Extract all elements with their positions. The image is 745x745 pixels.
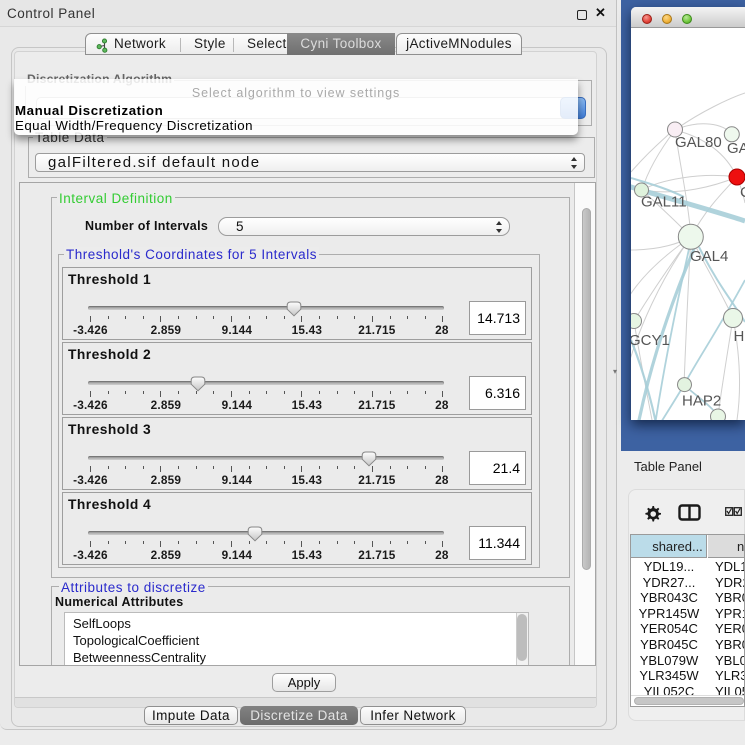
svg-text:GAL80: GAL80 bbox=[675, 134, 722, 151]
svg-text:GA: GA bbox=[727, 140, 745, 157]
svg-text:GAL11: GAL11 bbox=[641, 194, 687, 211]
svg-text:HI: HI bbox=[734, 328, 745, 345]
svg-text:GCY1: GCY1 bbox=[631, 332, 670, 349]
svg-text:GAL4: GAL4 bbox=[690, 248, 728, 265]
svg-text:CY: CY bbox=[740, 184, 745, 201]
svg-text:HAP2: HAP2 bbox=[682, 393, 721, 410]
